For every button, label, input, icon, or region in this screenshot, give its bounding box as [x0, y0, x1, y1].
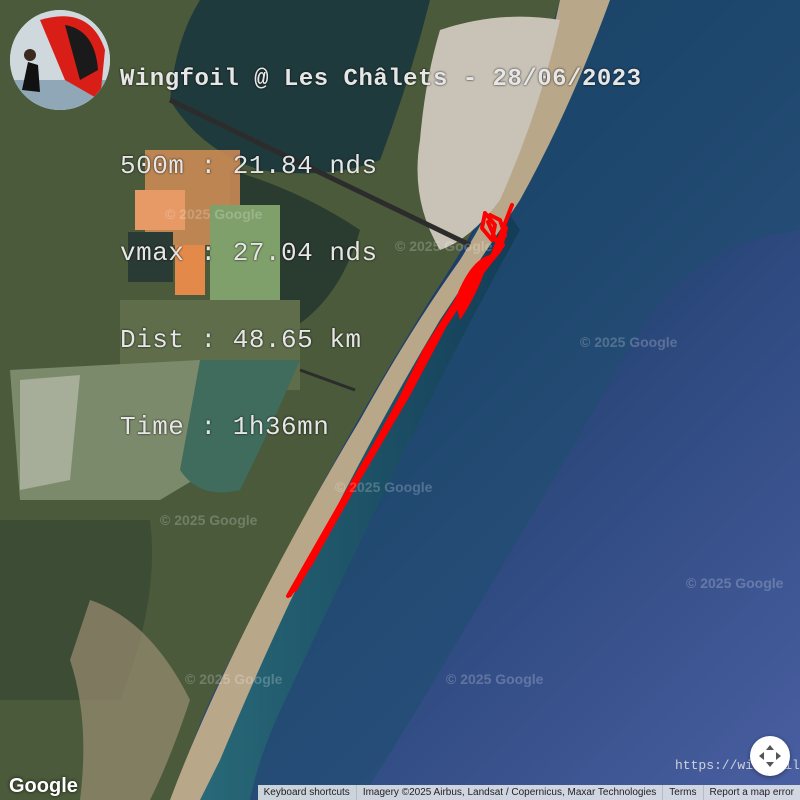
- attribution-bar: Keyboard shortcuts Imagery ©2025 Airbus,…: [257, 785, 800, 800]
- stat-time: Time : 1h36mn: [120, 412, 330, 442]
- wingfoil-photo-icon: [10, 10, 110, 110]
- stat-500m: 500m : 21.84 nds: [120, 151, 378, 181]
- profile-photo-avatar: [10, 10, 110, 110]
- google-watermark: © 2025 Google: [160, 512, 258, 528]
- report-error-link[interactable]: Report a map error: [702, 785, 800, 800]
- google-logo[interactable]: Google: [9, 775, 78, 798]
- google-watermark: © 2025 Google: [686, 575, 784, 591]
- session-info-overlay: Wingfoil @ Les Châlets - 28/06/2023 500m…: [120, 8, 642, 471]
- google-watermark: © 2025 Google: [580, 334, 678, 350]
- session-title: Wingfoil @ Les Châlets - 28/06/2023: [120, 66, 642, 93]
- google-watermark: © 2025 Google: [395, 238, 493, 254]
- stat-vmax: vmax : 27.04 nds: [120, 238, 378, 268]
- google-watermark: © 2025 Google: [185, 671, 283, 687]
- google-watermark: © 2025 Google: [446, 671, 544, 687]
- terms-link[interactable]: Terms: [662, 785, 702, 800]
- imagery-credit: Imagery ©2025 Airbus, Landsat / Copernic…: [355, 785, 662, 800]
- keyboard-shortcuts-link[interactable]: Keyboard shortcuts: [258, 785, 356, 800]
- google-watermark: © 2025 Google: [165, 206, 263, 222]
- stat-distance: Dist : 48.65 km: [120, 325, 362, 355]
- google-watermark: © 2025 Google: [335, 479, 433, 495]
- camera-control-button[interactable]: [750, 736, 790, 776]
- move-arrows-icon: [759, 745, 781, 767]
